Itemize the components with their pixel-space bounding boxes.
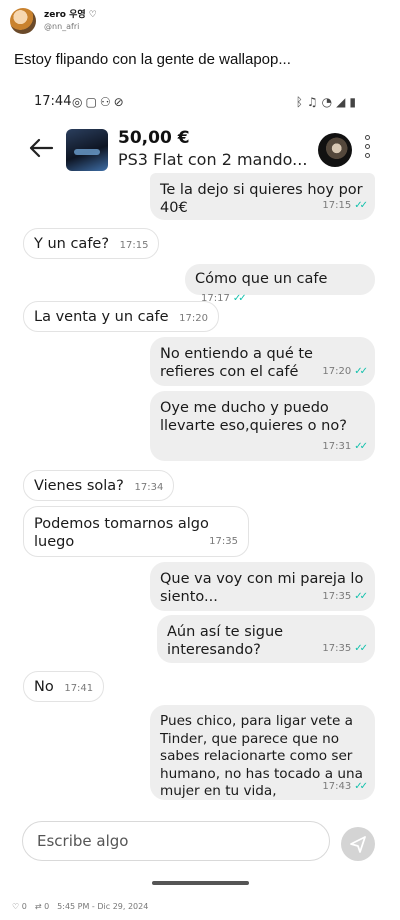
- whatsapp-icon: ◎: [72, 95, 86, 109]
- tweet-text: Estoy flipando con la gente de wallapop.…: [14, 51, 291, 68]
- message-bubble-incoming[interactable]: No 17:41: [23, 671, 105, 702]
- notification-icons: ◎▢⚇⊘: [72, 95, 127, 109]
- system-icons: ᛒ♫◔◢▮: [296, 95, 360, 109]
- message-text: Y un cafe?: [34, 236, 110, 252]
- message-time: 17:15: [119, 240, 149, 251]
- mute-icon: ♫: [306, 95, 322, 109]
- message-time: 17:20: [179, 313, 208, 324]
- message-text: No: [34, 679, 54, 695]
- listing-thumbnail[interactable]: [66, 129, 108, 171]
- message-time: 17:34: [134, 482, 164, 493]
- back-arrow-icon[interactable]: [28, 134, 54, 162]
- signal-icon: ◢: [336, 95, 350, 109]
- retweet-icon: ⇄: [34, 902, 42, 911]
- message-time: 17:15: [322, 200, 352, 211]
- message-time: 17:35: [209, 536, 238, 547]
- message-bubble-outgoing[interactable]: Aún así te sigue interesando? 17:35 ✓✓: [157, 615, 375, 663]
- wifi-icon: ◔: [321, 95, 337, 109]
- message-bubble-incoming[interactable]: Vienes sola? 17:34: [23, 470, 175, 501]
- author-handle[interactable]: @nn_afri: [44, 21, 97, 32]
- message-time: 17:41: [64, 683, 94, 694]
- read-receipt-icon: ✓✓: [354, 441, 368, 452]
- bluetooth-icon: ᛒ: [295, 95, 307, 109]
- read-receipt-icon: ✓✓: [354, 366, 368, 377]
- data-saver-icon: ⊘: [113, 95, 127, 109]
- seller-avatar[interactable]: [318, 133, 352, 167]
- chat-app-bar: 50,00 € PS3 Flat con 2 mando...: [0, 122, 400, 178]
- instagram-icon: ▢: [85, 95, 100, 109]
- read-receipt-icon: ✓✓: [354, 200, 368, 211]
- read-receipt-icon: ✓✓: [354, 591, 368, 602]
- send-button[interactable]: [341, 827, 375, 861]
- message-time: 17:35: [322, 591, 352, 602]
- read-receipt-icon: ✓✓: [354, 780, 368, 792]
- like-count[interactable]: ♡ 0: [12, 902, 27, 911]
- message-bubble-outgoing[interactable]: Cómo que un cafe 17:17 ✓✓: [185, 264, 375, 304]
- tweet-timestamp[interactable]: 5:45 PM - Dic 29, 2024: [57, 902, 148, 911]
- message-time: 17:35: [322, 643, 352, 654]
- author-display-name[interactable]: zero 우영 ♡: [44, 10, 97, 21]
- message-bubble-outgoing[interactable]: Oye me ducho y puedo llevarte eso,quiere…: [150, 391, 375, 461]
- retweet-count[interactable]: ⇄ 0: [35, 902, 49, 911]
- more-options-icon[interactable]: [362, 135, 372, 165]
- listing-title[interactable]: PS3 Flat con 2 mando...: [118, 150, 307, 169]
- message-input[interactable]: [22, 821, 330, 861]
- message-bubble-incoming[interactable]: Y un cafe? 17:15: [23, 228, 160, 259]
- add-person-icon: ⚇: [99, 95, 114, 109]
- message-text: Vienes sola?: [34, 478, 124, 494]
- listing-price[interactable]: 50,00 €: [118, 128, 190, 148]
- message-text: Cómo que un cafe: [195, 271, 328, 287]
- message-time: 17:31: [322, 441, 352, 452]
- status-time: 17:44: [34, 94, 72, 109]
- message-text: Podemos tomarnos algo luego: [34, 516, 209, 550]
- message-bubble-incoming[interactable]: Podemos tomarnos algo luego 17:35: [23, 506, 249, 557]
- home-indicator: [152, 881, 249, 885]
- battery-icon: ▮: [349, 95, 360, 109]
- tweet-header: zero 우영 ♡ @nn_afri: [10, 8, 97, 34]
- message-time: 17:20: [322, 366, 352, 377]
- message-bubble-incoming[interactable]: La venta y un cafe 17:20: [23, 301, 219, 332]
- message-bubble-outgoing[interactable]: Pues chico, para ligar vete a Tinder, qu…: [150, 705, 375, 800]
- phone-status-bar: 17:44 ◎▢⚇⊘ ᛒ♫◔◢▮: [0, 94, 400, 116]
- message-time: 17:43: [322, 780, 352, 792]
- read-receipt-icon: ✓✓: [232, 293, 247, 304]
- read-receipt-icon: ✓✓: [354, 643, 368, 654]
- message-text: La venta y un cafe: [34, 309, 169, 325]
- tweet-footer: ♡ 0 ⇄ 0 5:45 PM - Dic 29, 2024: [12, 902, 148, 911]
- message-bubble-outgoing[interactable]: Que va voy con mi pareja lo siento... 17…: [150, 562, 375, 611]
- message-bubble-outgoing[interactable]: No entiendo a qué te refieres con el caf…: [150, 337, 375, 386]
- author-avatar[interactable]: [10, 8, 36, 34]
- heart-icon: ♡: [12, 902, 20, 911]
- send-icon: [350, 836, 366, 853]
- message-text: Oye me ducho y puedo llevarte eso,quiere…: [160, 400, 347, 434]
- message-bubble-outgoing[interactable]: Te la dejo si quieres hoy por 40€ 17:15 ✓…: [150, 173, 375, 220]
